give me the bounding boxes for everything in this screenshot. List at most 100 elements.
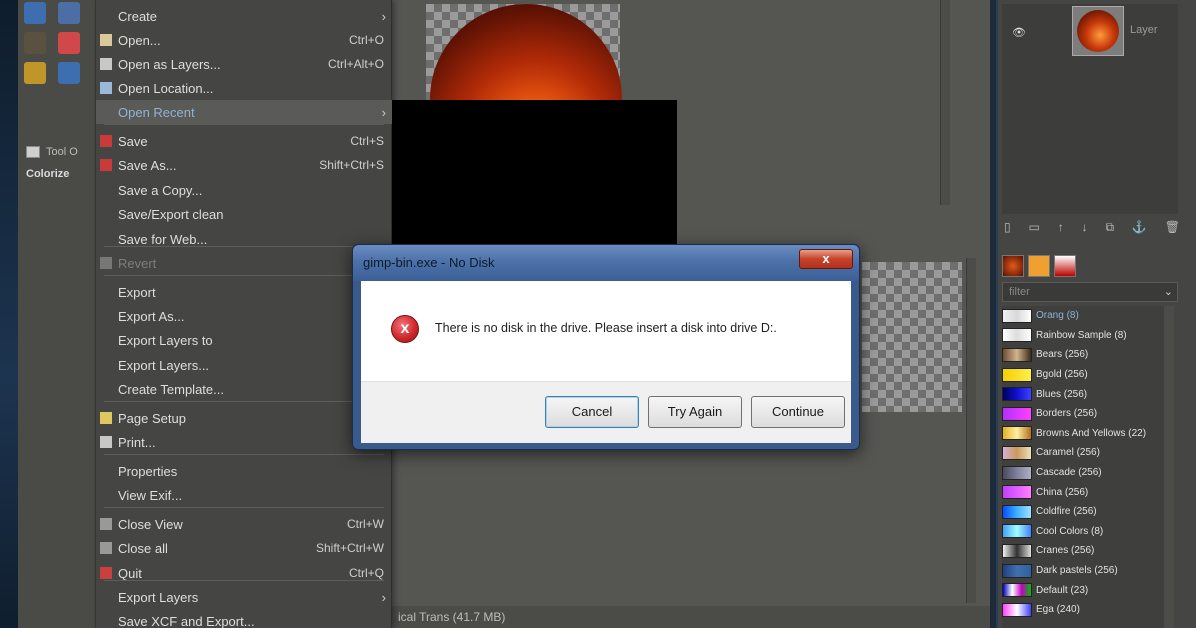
menu-item-label: Save for Web...: [118, 231, 208, 247]
gradient-list-item[interactable]: China (256): [1002, 482, 1164, 502]
menu-item-view-exif[interactable]: View Exif...: [96, 483, 392, 507]
canvas-vertical-scrollbar-2[interactable]: [966, 258, 976, 603]
layer-thumbnail[interactable]: [1072, 6, 1124, 56]
gradient-label: Coldfire (256): [1036, 506, 1097, 518]
gradient-list-item[interactable]: Caramel (256): [1002, 443, 1164, 463]
layer-name[interactable]: Layer: [1130, 24, 1158, 36]
duplicate-layer-icon[interactable]: ⧉: [1105, 220, 1114, 238]
gradient-label: Rainbow Sample (8): [1036, 329, 1127, 341]
anchor-layer-icon[interactable]: ⚓: [1132, 220, 1147, 238]
file-menu: Create › Open... Ctrl+O Open as Layers... Ctr…: [96, 0, 392, 628]
menu-item-close-all[interactable]: Close all Shift+Ctrl+W: [96, 536, 392, 560]
new-layer-icon[interactable]: ▯: [1004, 220, 1011, 238]
close-button[interactable]: x: [799, 249, 853, 269]
gradient-label: Blues (256): [1036, 388, 1088, 400]
gradients-tab-icon[interactable]: [1054, 255, 1076, 277]
patterns-tab-icon[interactable]: [1028, 255, 1050, 277]
menu-separator: [104, 580, 384, 581]
gradient-list-item[interactable]: Dark pastels (256): [1002, 561, 1164, 581]
menu-item-save-xcf-and-export[interactable]: Save XCF and Export...: [96, 609, 392, 628]
toolbox: Tool O Colorize: [18, 0, 96, 628]
gradient-list-item[interactable]: Coldfire (256): [1002, 502, 1164, 522]
raise-layer-icon[interactable]: ↑: [1058, 220, 1064, 238]
continue-button[interactable]: Continue: [751, 396, 845, 428]
visibility-eye-icon[interactable]: 👁: [1012, 26, 1026, 39]
gradient-label: Cascade (256): [1036, 467, 1102, 479]
menu-item-close-view[interactable]: Close View Ctrl+W: [96, 512, 392, 536]
gradient-label: Dark pastels (256): [1036, 565, 1118, 577]
right-dock: 👁 Layer ▯ ▭ ↑ ↓ ⧉ ⚓ 🗑 filter ⌄ Orang (8)…: [996, 0, 1196, 628]
gradient-list-item[interactable]: Ega (240): [1002, 600, 1164, 620]
menu-item-export-layers[interactable]: Export Layers ›: [96, 585, 392, 609]
menu-item-open[interactable]: Open... Ctrl+O: [96, 28, 392, 52]
eraser-tool-icon[interactable]: [58, 32, 80, 54]
gradient-list-item[interactable]: Borders (256): [1002, 404, 1164, 424]
gradient-list-item[interactable]: Bgold (256): [1002, 365, 1164, 385]
menu-item-open-location[interactable]: Open Location...: [96, 76, 392, 100]
menu-item-create[interactable]: Create ›: [96, 4, 392, 28]
menu-item-export[interactable]: ExportC: [96, 280, 392, 304]
menu-item-save-for-web[interactable]: Save for Web...: [96, 227, 392, 251]
menu-separator: [104, 275, 384, 276]
try-again-button[interactable]: Try Again: [648, 396, 742, 428]
gradient-list-item[interactable]: Bears (256): [1002, 345, 1164, 365]
menu-item-label: Create Template...: [118, 381, 224, 397]
lower-layer-icon[interactable]: ↓: [1082, 220, 1088, 238]
submenu-arrow-icon: ›: [381, 589, 386, 605]
menu-item-save[interactable]: Save Ctrl+S: [96, 129, 392, 153]
bucket-tool-icon[interactable]: [24, 62, 46, 84]
gradient-swatch: [1002, 465, 1032, 480]
gradient-list-item[interactable]: Blues (256): [1002, 384, 1164, 404]
dialog-message: There is no disk in the drive. Please in…: [435, 321, 777, 335]
dialog-body: x There is no disk in the drive. Please …: [361, 281, 851, 381]
dialog-titlebar[interactable]: gimp-bin.exe - No Disk x: [353, 245, 859, 281]
submenu-arrow-icon: ›: [381, 8, 386, 24]
menu-item-label: Save/Export clean: [118, 206, 224, 222]
move-tool-icon[interactable]: [24, 2, 46, 24]
menu-item-save-as[interactable]: Save As... Shift+Ctrl+S: [96, 153, 392, 177]
menu-item-print[interactable]: Print...C: [96, 430, 392, 454]
gradient-label: Bears (256): [1036, 349, 1089, 361]
menu-item-open-as-layers[interactable]: Open as Layers... Ctrl+Alt+O: [96, 52, 392, 76]
gradient-list-item[interactable]: Cranes (256): [1002, 541, 1164, 561]
brushes-tab-icon[interactable]: [1002, 255, 1024, 277]
gradient-swatch: [1002, 328, 1032, 343]
menu-item-open-recent[interactable]: Open Recent ›: [96, 100, 392, 124]
layer-group-icon[interactable]: ▭: [1028, 220, 1039, 238]
delete-layer-icon[interactable]: 🗑: [1165, 220, 1180, 238]
tool-options-tab[interactable]: Tool O: [26, 143, 106, 161]
menu-item-create-template[interactable]: Create Template...: [96, 377, 392, 401]
menu-item-label: Export Layers...: [118, 357, 210, 373]
gradient-list-item[interactable]: Cascade (256): [1002, 463, 1164, 483]
gradient-list-item[interactable]: Orang (8): [1002, 306, 1164, 326]
menu-item-export-layers-to[interactable]: Export Layers to: [96, 328, 392, 352]
menu-item-revert[interactable]: Revert: [96, 251, 392, 275]
menu-item-export-layers[interactable]: Export Layers...: [96, 353, 392, 377]
gradient-label: Browns And Yellows (22): [1036, 427, 1147, 439]
menu-item-page-setup[interactable]: Page Setup: [96, 406, 392, 430]
gradient-list-item[interactable]: Browns And Yellows (22): [1002, 424, 1164, 444]
menu-item-label: Open as Layers...: [118, 56, 221, 72]
gradient-list-scrollbar[interactable]: [1164, 306, 1174, 628]
menu-item-label: Save XCF and Export...: [118, 613, 255, 628]
pencil-tool-icon[interactable]: [24, 32, 46, 54]
blur-tool-icon[interactable]: [58, 62, 80, 84]
gradient-list-item[interactable]: Cool Colors (8): [1002, 522, 1164, 542]
menu-item-save-a-copy[interactable]: Save a Copy...: [96, 178, 392, 202]
gradient-list-item[interactable]: Rainbow Sample (8): [1002, 326, 1164, 346]
menu-item-quit[interactable]: Quit Ctrl+Q: [96, 561, 392, 585]
canvas-vertical-scrollbar[interactable]: [940, 0, 950, 205]
gradient-swatch: [1002, 543, 1032, 558]
menu-item-accelerator: Ctrl+O: [348, 33, 384, 47]
gradient-list-item[interactable]: Default (23): [1002, 580, 1164, 600]
gradient-label: Cranes (256): [1036, 545, 1095, 557]
cancel-button[interactable]: Cancel: [545, 396, 639, 428]
menu-item-properties[interactable]: Properties: [96, 459, 392, 483]
chevron-down-icon[interactable]: ⌄: [1164, 283, 1173, 301]
transform-tool-icon[interactable]: [58, 2, 80, 24]
menu-item-save-export-clean[interactable]: Save/Export clean: [96, 202, 392, 226]
menu-item-export-as[interactable]: Export As...Shift+: [96, 304, 392, 328]
gradient-filter-input[interactable]: filter ⌄: [1002, 282, 1178, 302]
menu-separator: [104, 507, 384, 508]
gradient-label: Ega (240): [1036, 604, 1080, 616]
